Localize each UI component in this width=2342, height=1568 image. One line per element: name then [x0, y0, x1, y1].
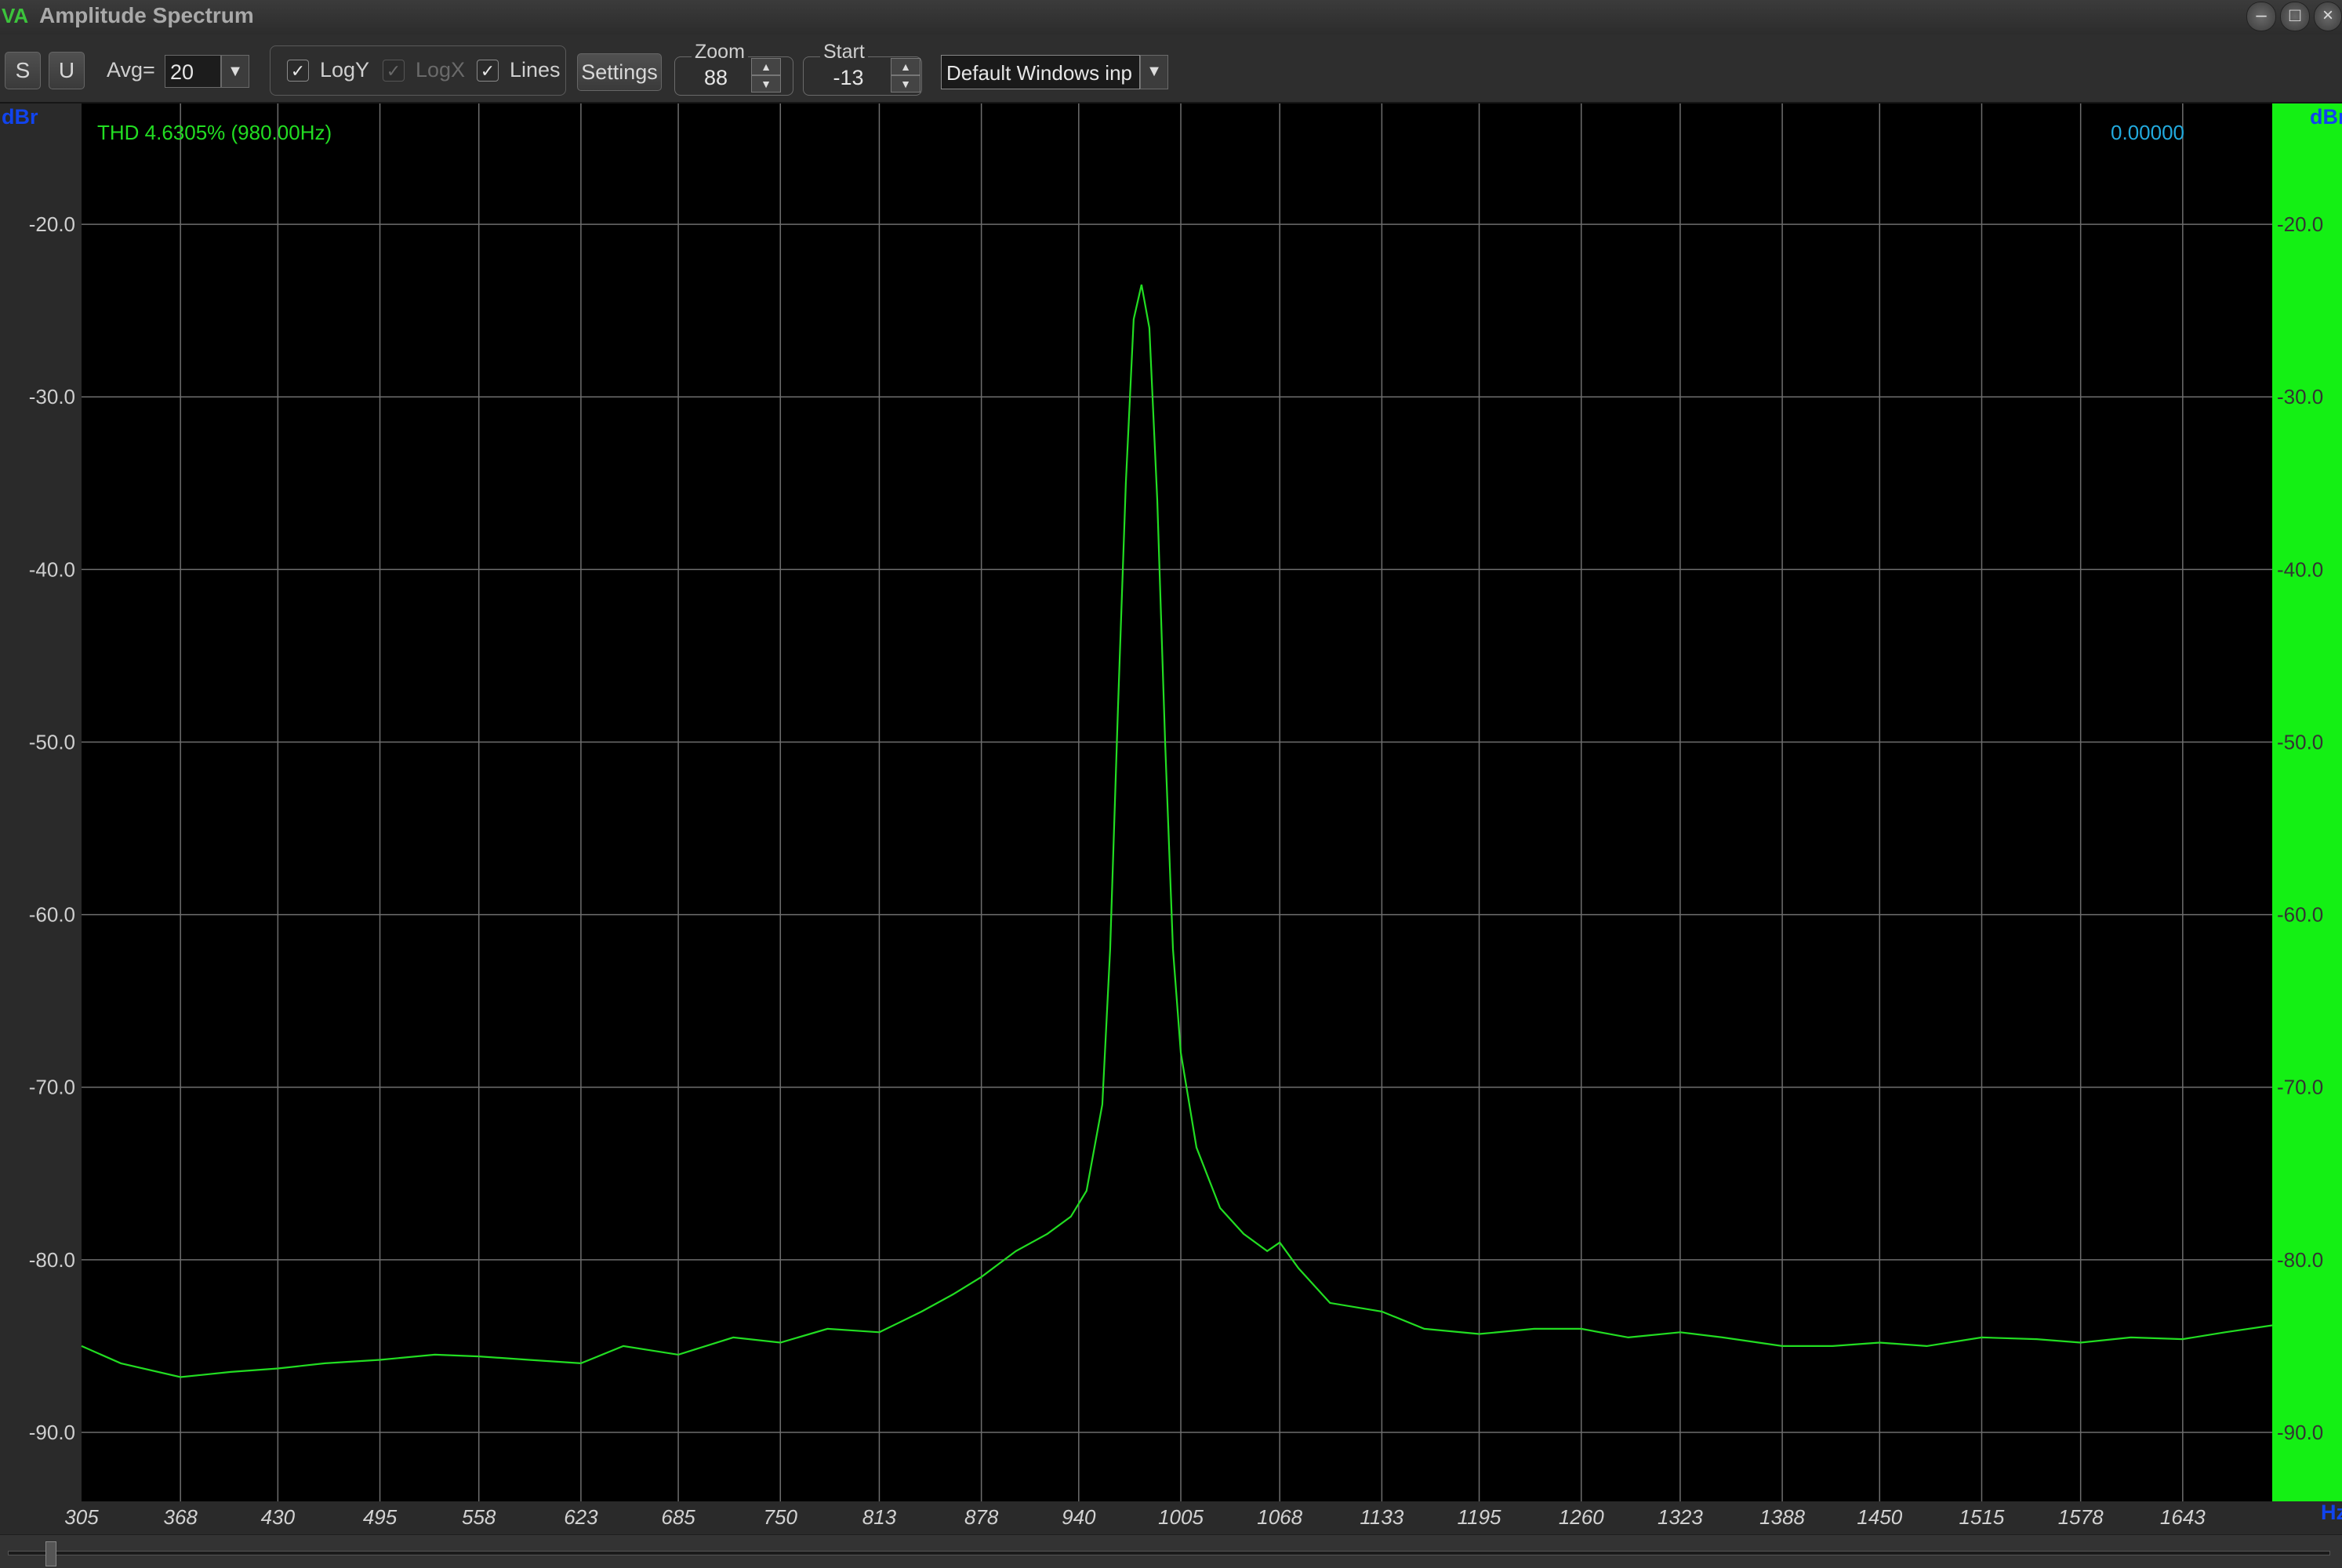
plot-background	[82, 103, 2272, 1501]
x-tick-label: 1260	[1559, 1505, 1604, 1529]
x-tick-label: 368	[163, 1505, 198, 1529]
x-tick-label: 430	[261, 1505, 296, 1529]
cursor-readout: 0.00000	[2111, 121, 2184, 144]
x-tick-label: 1068	[1257, 1505, 1302, 1529]
x-tick-label: 750	[764, 1505, 798, 1529]
x-tick-label: 495	[363, 1505, 398, 1529]
x-tick-label: 1005	[1158, 1505, 1204, 1529]
y-tick-label-right: -80.0	[2277, 1248, 2323, 1272]
y-tick-label-left: -70.0	[29, 1076, 75, 1099]
x-tick-label: 878	[964, 1505, 999, 1529]
thd-readout: THD 4.6305% (980.00Hz)	[97, 121, 332, 144]
y-tick-label-left: -90.0	[29, 1421, 75, 1444]
x-tick-label: 1578	[2058, 1505, 2104, 1529]
x-tick-label: 305	[64, 1505, 99, 1529]
y-tick-label-left: -30.0	[29, 385, 75, 408]
y-tick-label-left: -80.0	[29, 1248, 75, 1272]
y-axis-ticks-right: -20.0 -30.0 -40.0 -50.0 -60.0 -70.0 -80.0 -90.0	[2277, 212, 2323, 1444]
x-tick-label: 940	[1062, 1505, 1096, 1529]
x-tick-label: 1450	[1857, 1505, 1902, 1529]
y-tick-label-right: -60.0	[2277, 903, 2323, 927]
x-tick-label: 685	[661, 1505, 695, 1529]
x-tick-label: 1323	[1658, 1505, 1703, 1529]
y-tick-label-left: -50.0	[29, 730, 75, 753]
x-tick-label: 1388	[1759, 1505, 1805, 1529]
spectrum-plot: -20.0 -30.0 -40.0 -50.0 -60.0 -70.0 -80.0 -90.0…	[29, 103, 2323, 1529]
y-tick-label-right: -50.0	[2277, 730, 2323, 753]
y-tick-label-left: -40.0	[29, 557, 75, 581]
y-tick-label-left: -20.0	[29, 212, 75, 236]
y-tick-label-right: -70.0	[2277, 1076, 2323, 1099]
x-tick-label: 558	[462, 1505, 496, 1529]
x-tick-label: 1515	[1959, 1505, 2005, 1529]
x-axis-ticks: 305 368 430 495 558 623 685 750 813 878 940 1005 106…	[64, 1505, 2206, 1529]
y-tick-label-right: -90.0	[2277, 1421, 2323, 1444]
x-tick-label: 1133	[1360, 1505, 1403, 1529]
y-tick-label-right: -20.0	[2277, 212, 2323, 236]
y-axis-ticks-left: -20.0 -30.0 -40.0 -50.0 -60.0 -70.0 -80.0 -90.0	[29, 212, 75, 1444]
x-tick-label: 813	[862, 1505, 897, 1529]
y-tick-label-right: -40.0	[2277, 557, 2323, 581]
x-tick-label: 1195	[1458, 1505, 1501, 1529]
x-tick-label: 1643	[2160, 1505, 2206, 1529]
y-tick-label-left: -60.0	[29, 903, 75, 927]
y-tick-label-right: -30.0	[2277, 385, 2323, 408]
x-tick-label: 623	[564, 1505, 598, 1529]
